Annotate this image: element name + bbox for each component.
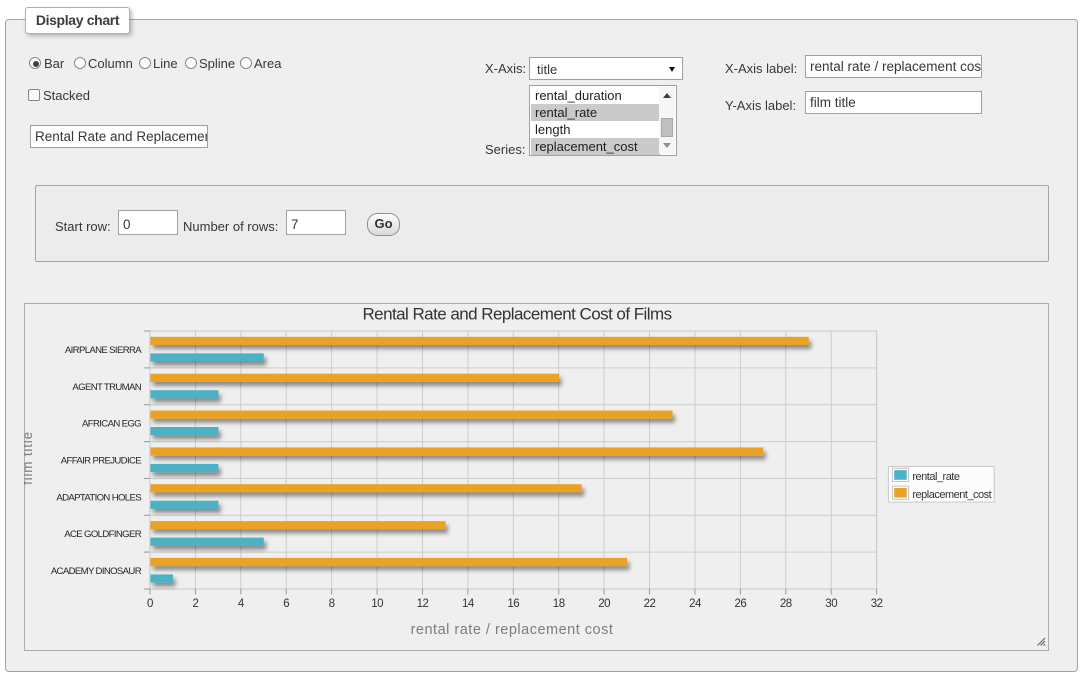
svg-text:rental_rate: rental_rate [912, 471, 959, 483]
svg-text:4: 4 [238, 598, 245, 610]
svg-text:ACADEMY DINOSAUR: ACADEMY DINOSAUR [51, 566, 142, 577]
svg-text:rental rate / replacement cost: rental rate / replacement cost [411, 622, 614, 638]
svg-text:0: 0 [147, 598, 153, 610]
svg-text:30: 30 [825, 598, 837, 610]
svg-text:AIRPLANE SIERRA: AIRPLANE SIERRA [65, 345, 142, 356]
svg-text:2: 2 [192, 598, 198, 610]
svg-text:32: 32 [871, 598, 883, 610]
svg-text:replacement_cost: replacement_cost [912, 489, 991, 501]
svg-text:AFFAIR PREJUDICE: AFFAIR PREJUDICE [61, 456, 141, 467]
svg-text:Rental Rate and Replacement Co: Rental Rate and Replacement Cost of Film… [362, 305, 671, 324]
svg-text:28: 28 [780, 598, 792, 610]
svg-text:18: 18 [553, 598, 565, 610]
svg-text:ACE GOLDFINGER: ACE GOLDFINGER [64, 529, 141, 540]
svg-text:24: 24 [689, 598, 702, 610]
svg-text:6: 6 [283, 598, 289, 610]
svg-text:14: 14 [462, 598, 475, 610]
svg-text:10: 10 [371, 598, 383, 610]
svg-text:film title: film title [24, 431, 35, 485]
svg-text:26: 26 [735, 598, 747, 610]
svg-text:12: 12 [417, 598, 429, 610]
svg-text:16: 16 [507, 598, 519, 610]
svg-text:20: 20 [598, 598, 610, 610]
svg-text:ADAPTATION HOLES: ADAPTATION HOLES [56, 492, 141, 503]
svg-text:8: 8 [329, 598, 335, 610]
svg-text:22: 22 [644, 598, 656, 610]
svg-text:AGENT TRUMAN: AGENT TRUMAN [72, 382, 141, 393]
svg-text:AFRICAN EGG: AFRICAN EGG [82, 419, 141, 430]
